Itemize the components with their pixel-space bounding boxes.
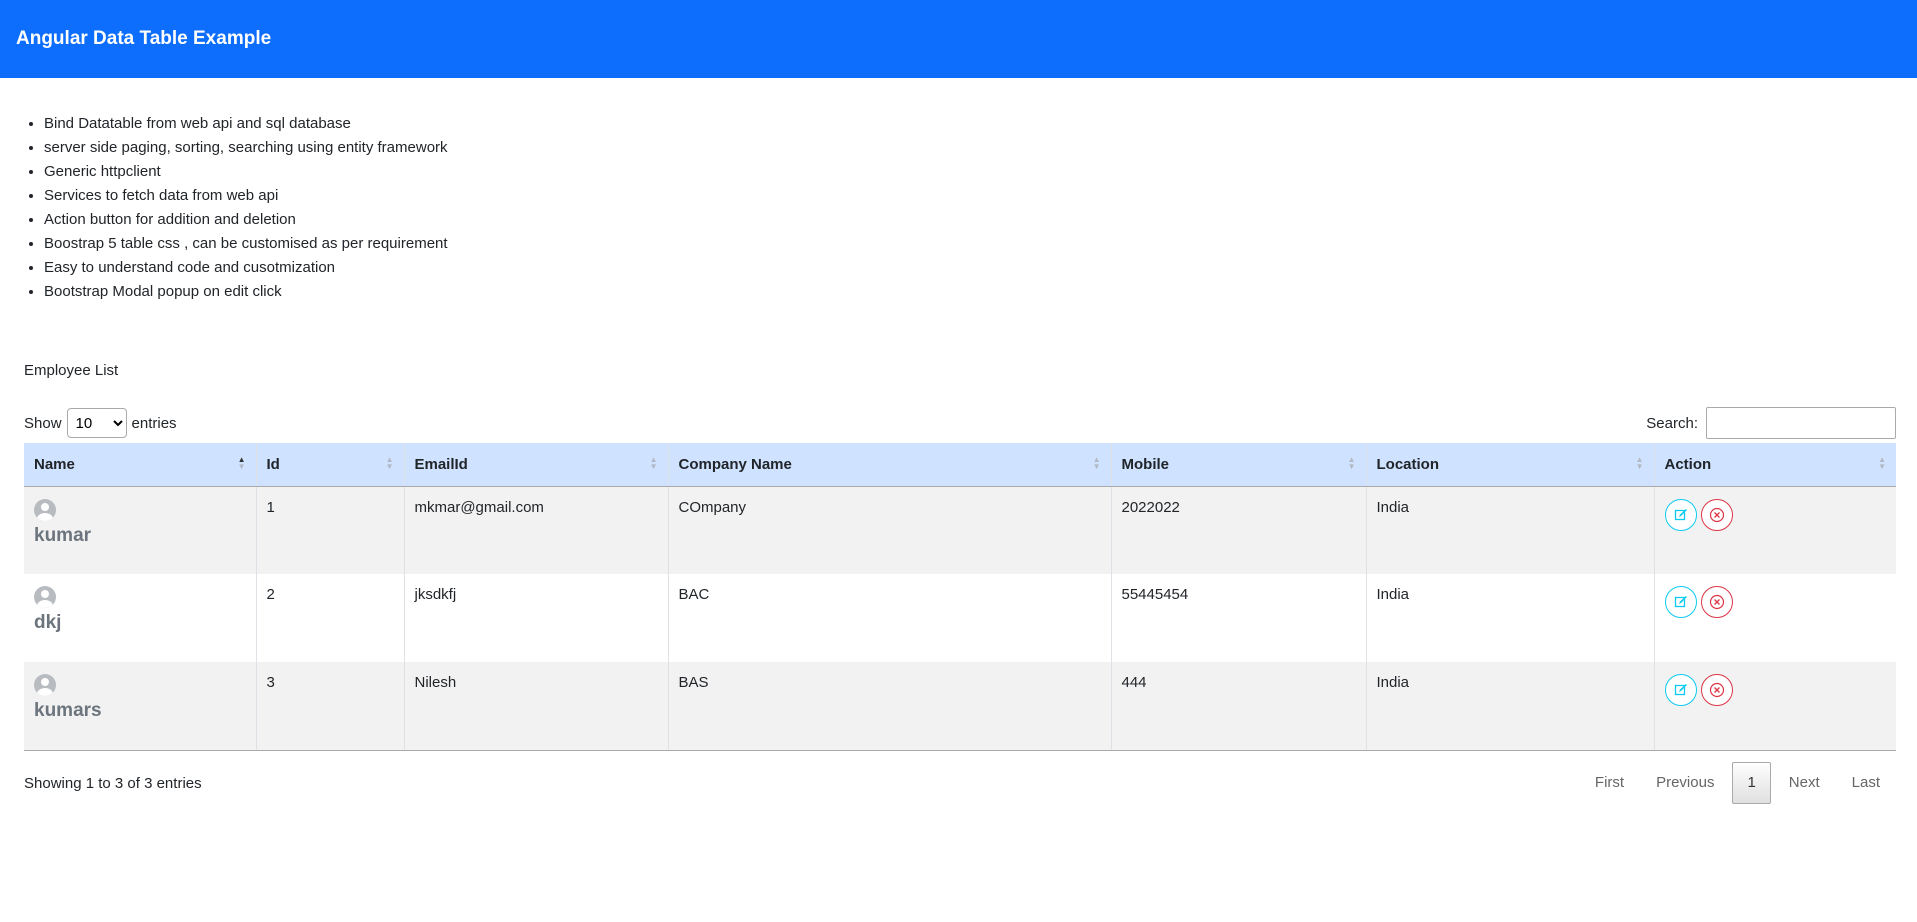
id-cell: 1	[256, 486, 405, 574]
location-cell: India	[1366, 486, 1655, 574]
column-header-location[interactable]: Location ▲ ▼	[1366, 443, 1655, 487]
feature-item: Action button for addition and deletion	[44, 208, 1917, 232]
top-navbar: Angular Data Table Example	[0, 0, 1917, 78]
pagination: First Previous 1 Next Last	[1579, 762, 1896, 804]
feature-item: Generic httpclient	[44, 160, 1917, 184]
pagination-page-1[interactable]: 1	[1732, 762, 1771, 804]
table-footer: Showing 1 to 3 of 3 entries First Previo…	[24, 762, 1896, 804]
page-length-select[interactable]: 10	[66, 408, 127, 438]
column-header-id[interactable]: Id ▲ ▼	[256, 443, 405, 487]
sort-indicator-icon: ▲ ▼	[1092, 455, 1101, 471]
email-cell: mkmar@gmail.com	[404, 486, 669, 574]
table-row: dkj 2 jksdkfj BAC 55445454 India	[24, 574, 1896, 662]
feature-item: server side paging, sorting, searching u…	[44, 136, 1917, 160]
column-header-label: Action	[1664, 455, 1712, 473]
entries-label: entries	[131, 414, 177, 432]
table-row: kumars 3 Nilesh BAS 444 India	[24, 662, 1896, 751]
delete-button[interactable]	[1700, 674, 1733, 706]
column-header-name[interactable]: Name ▲ ▼	[24, 443, 257, 487]
edit-button[interactable]	[1664, 674, 1697, 706]
feature-list: Bind Datatable from web api and sql data…	[0, 112, 1917, 304]
edit-button[interactable]	[1664, 586, 1697, 618]
table-controls: Show 10 entries Search:	[24, 405, 1896, 441]
delete-icon	[1709, 594, 1724, 610]
column-header-action[interactable]: Action ▲ ▼	[1654, 443, 1896, 487]
column-header-label: EmailId	[414, 455, 468, 473]
column-header-label: Location	[1376, 455, 1440, 473]
id-cell: 2	[256, 574, 405, 662]
feature-item: Boostrap 5 table css , can be customised…	[44, 232, 1917, 256]
sort-indicator-icon: ▲ ▼	[649, 455, 658, 471]
column-header-label: Mobile	[1121, 455, 1170, 473]
sort-indicator-icon: ▲ ▼	[1635, 455, 1644, 471]
column-header-company[interactable]: Company Name ▲ ▼	[668, 443, 1112, 487]
company-cell: BAC	[668, 574, 1112, 662]
employee-name: dkj	[34, 612, 62, 633]
column-header-label: Id	[266, 455, 280, 473]
employee-table: Name ▲ ▼ Id ▲ ▼ EmailId ▲ ▼ Company Name ▲ ▼ Mob…	[24, 443, 1896, 751]
show-label: Show	[24, 414, 62, 432]
mobile-cell: 2022022	[1111, 486, 1367, 574]
mobile-cell: 444	[1111, 662, 1367, 751]
email-cell: jksdkfj	[404, 574, 669, 662]
user-avatar-icon	[34, 674, 56, 696]
pagination-first[interactable]: First	[1579, 763, 1640, 803]
company-cell: COmpany	[668, 486, 1112, 574]
search-input[interactable]	[1706, 407, 1896, 439]
table-info: Showing 1 to 3 of 3 entries	[24, 774, 202, 792]
search-label: Search:	[1646, 414, 1698, 432]
name-cell: kumar	[24, 486, 257, 574]
user-avatar-icon	[34, 586, 56, 608]
action-cell	[1654, 662, 1896, 751]
feature-item: Easy to understand code and cusotmizatio…	[44, 256, 1917, 280]
column-header-mobile[interactable]: Mobile ▲ ▼	[1111, 443, 1367, 487]
column-header-label: Name	[34, 455, 75, 473]
search-control: Search:	[1646, 407, 1896, 439]
employee-name: kumars	[34, 700, 102, 721]
feature-item: Bootstrap Modal popup on edit click	[44, 280, 1917, 304]
pagination-last[interactable]: Last	[1836, 763, 1896, 803]
pagination-previous[interactable]: Previous	[1640, 763, 1730, 803]
email-cell: Nilesh	[404, 662, 669, 751]
id-cell: 3	[256, 662, 405, 751]
feature-item: Services to fetch data from web api	[44, 184, 1917, 208]
section-title: Employee List	[24, 362, 119, 379]
edit-icon	[1674, 596, 1687, 608]
name-cell: dkj	[24, 574, 257, 662]
delete-button[interactable]	[1700, 586, 1733, 618]
edit-button[interactable]	[1664, 498, 1697, 531]
delete-icon	[1709, 507, 1724, 522]
sort-indicator-icon: ▲ ▼	[1347, 455, 1356, 471]
sort-indicator-icon: ▲ ▼	[385, 455, 394, 471]
column-header-email[interactable]: EmailId ▲ ▼	[404, 443, 669, 487]
delete-icon	[1709, 682, 1724, 698]
location-cell: India	[1366, 574, 1655, 662]
feature-item: Bind Datatable from web api and sql data…	[44, 112, 1917, 136]
pagination-next[interactable]: Next	[1773, 763, 1836, 803]
sort-indicator-icon: ▲ ▼	[1878, 455, 1886, 471]
page-length-control: Show 10 entries	[24, 408, 177, 438]
mobile-cell: 55445454	[1111, 574, 1367, 662]
sort-indicator-icon: ▲ ▼	[237, 455, 246, 471]
location-cell: India	[1366, 662, 1655, 751]
edit-icon	[1674, 684, 1687, 696]
action-cell	[1654, 574, 1896, 662]
user-avatar-icon	[34, 498, 56, 521]
column-header-label: Company Name	[678, 455, 792, 473]
navbar-brand[interactable]: Angular Data Table Example	[16, 28, 271, 50]
employee-name: kumar	[34, 524, 92, 546]
table-header-row: Name ▲ ▼ Id ▲ ▼ EmailId ▲ ▼ Company Name ▲ ▼ Mob…	[24, 443, 1896, 487]
delete-button[interactable]	[1700, 498, 1733, 531]
action-cell	[1654, 486, 1896, 574]
table-row: kumar 1 mkmar@gmail.com COmpany 2022022 …	[24, 486, 1896, 574]
edit-icon	[1674, 508, 1687, 520]
company-cell: BAS	[668, 662, 1112, 751]
name-cell: kumars	[24, 662, 257, 751]
